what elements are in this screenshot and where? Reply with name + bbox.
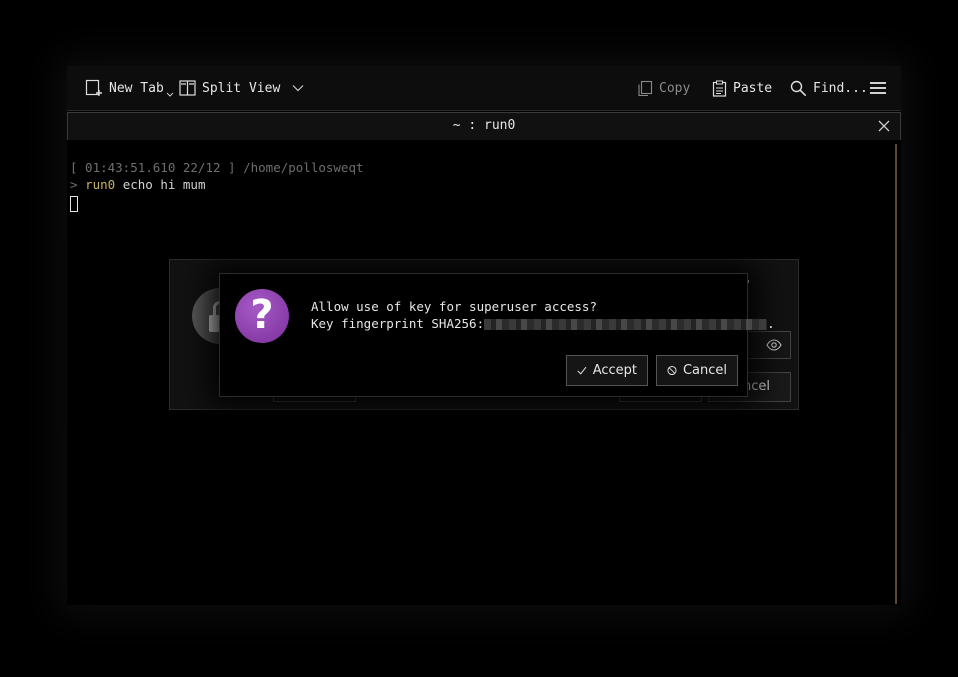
- key-confirmation-dialog: ? Allow use of key for superuser access?…: [219, 273, 775, 397]
- fingerprint-redacted: [484, 319, 768, 330]
- accept-button[interactable]: Accept: [566, 355, 648, 386]
- new-tab-icon: [85, 79, 102, 96]
- split-view-label: Split View: [202, 80, 281, 96]
- menu-button[interactable]: [870, 78, 886, 98]
- paste-button[interactable]: Paste: [712, 78, 772, 98]
- copy-button[interactable]: Copy: [637, 78, 690, 98]
- find-button[interactable]: Find...: [790, 78, 868, 98]
- paste-label: Paste: [733, 80, 773, 96]
- copy-icon: [638, 80, 653, 96]
- key-message-line2-prefix: Key fingerprint SHA256:: [311, 316, 485, 331]
- check-icon: [577, 366, 587, 375]
- new-tab-label: New Tab: [109, 80, 164, 96]
- hamburger-menu-icon: [870, 82, 886, 94]
- prompt-symbol: >: [70, 177, 78, 192]
- search-icon: [790, 80, 807, 96]
- cancel-label: Cancel: [682, 363, 727, 378]
- prompt-info-line: [ 01:43:51.610 22/12 ] /home/pollosweqt: [70, 160, 364, 175]
- cancel-button[interactable]: Cancel: [656, 355, 738, 386]
- cursor-line: [70, 194, 78, 212]
- command-name: run0: [85, 177, 116, 192]
- command-line: > run0 echo hi mum: [70, 176, 205, 193]
- split-view-icon: [179, 80, 196, 96]
- accept-label: Accept: [592, 363, 637, 378]
- question-icon: ?: [235, 289, 289, 343]
- key-message: Allow use of key for superuser access? K…: [311, 298, 775, 332]
- scrollbar[interactable]: [895, 144, 897, 604]
- copy-label: Copy: [659, 80, 691, 96]
- chevron-down-icon: [166, 92, 174, 97]
- key-message-line1: Allow use of key for superuser access?: [311, 299, 597, 314]
- tab-bar: ~ : run0: [67, 112, 901, 140]
- paste-icon: [712, 80, 727, 97]
- command-args: echo hi mum: [115, 177, 206, 192]
- find-label: Find...: [813, 80, 868, 96]
- key-message-line2-suffix: .: [767, 316, 775, 331]
- close-tab-icon[interactable]: [876, 118, 892, 134]
- text-cursor: [70, 195, 78, 212]
- toolbar: New Tab Split View Copy Paste Find...: [67, 66, 901, 111]
- eye-icon[interactable]: [766, 339, 782, 351]
- chevron-down-icon: [292, 85, 304, 92]
- cancel-icon: [667, 365, 677, 376]
- tab-title[interactable]: ~ : run0: [68, 118, 900, 133]
- new-tab-button[interactable]: New Tab: [85, 78, 174, 98]
- split-view-button[interactable]: Split View: [179, 78, 304, 98]
